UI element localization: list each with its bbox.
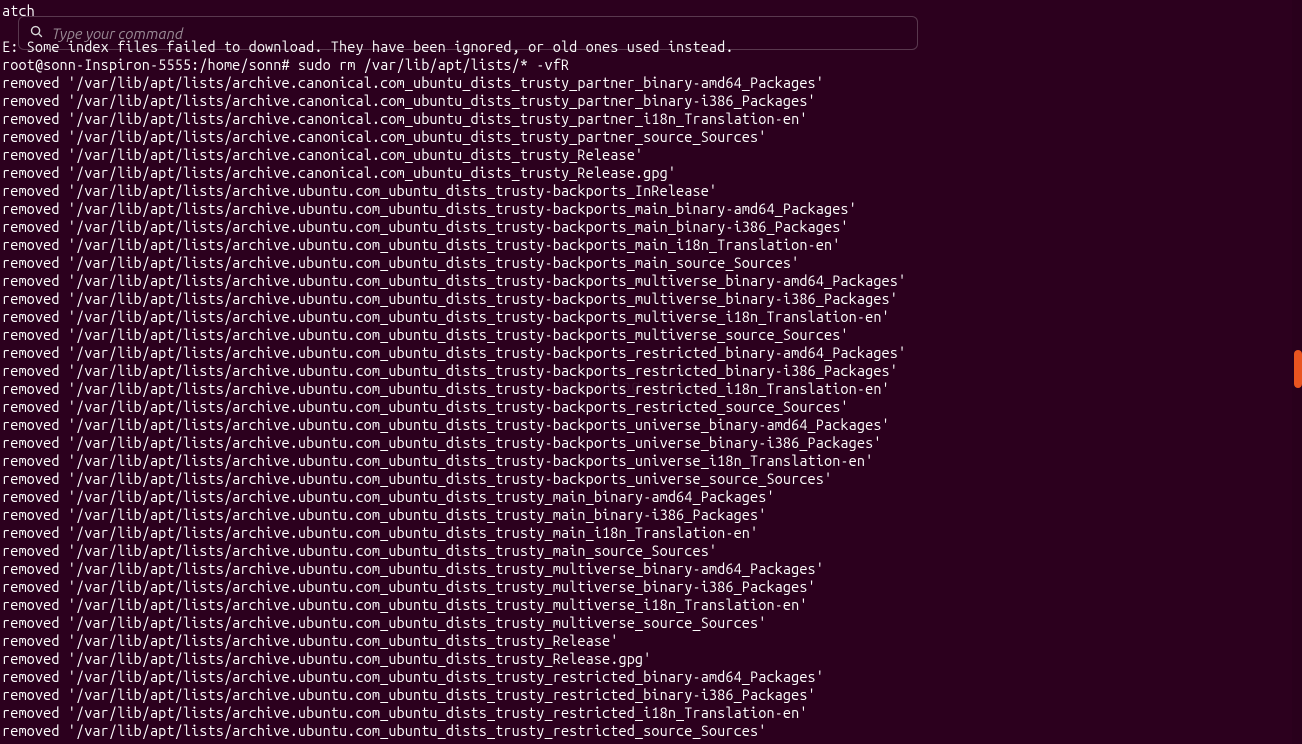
scrollbar-thumb[interactable] bbox=[1294, 350, 1302, 388]
hud-search-input[interactable] bbox=[52, 25, 907, 42]
terminal-output[interactable]: atch E: Some index files failed to downl… bbox=[0, 0, 1302, 744]
hud-search-bar[interactable] bbox=[18, 16, 918, 50]
search-icon bbox=[29, 24, 44, 43]
scrollbar-track[interactable] bbox=[1292, 0, 1302, 744]
